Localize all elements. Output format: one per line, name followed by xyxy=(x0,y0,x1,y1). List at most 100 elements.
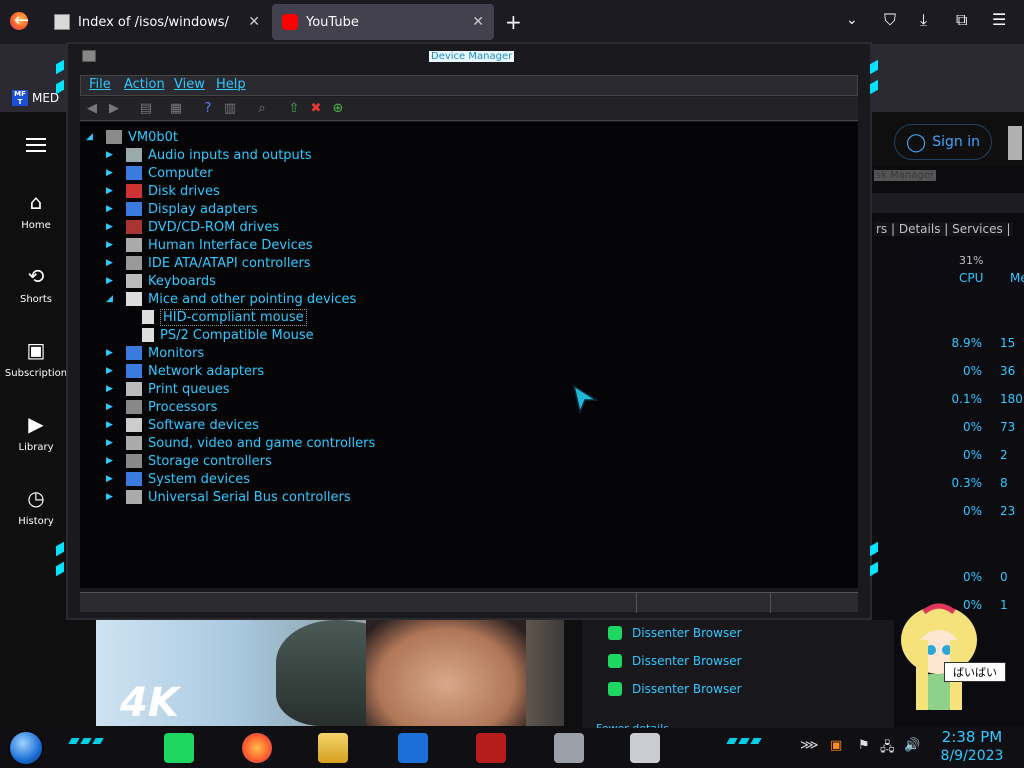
network-icon[interactable]: 🖧 xyxy=(880,738,895,760)
show-hidden-icons-icon[interactable]: ⋙ xyxy=(800,738,819,753)
expand-arrow-icon[interactable]: ▶ xyxy=(106,204,120,214)
collapse-arrow-icon[interactable]: ◢ xyxy=(86,132,100,142)
forward-arrow-icon[interactable]: ▶ xyxy=(106,101,122,117)
expand-arrow-icon[interactable]: ▶ xyxy=(106,186,120,196)
menu-action[interactable]: Action xyxy=(124,77,165,92)
expand-arrow-icon[interactable]: ▶ xyxy=(106,456,120,466)
menu-help[interactable]: Help xyxy=(216,77,246,92)
expand-arrow-icon[interactable]: ▶ xyxy=(106,384,120,394)
tree-node[interactable]: ▶ Print queues xyxy=(106,380,230,398)
tree-root[interactable]: ◢ VM0b0t xyxy=(86,128,178,146)
tree-node[interactable]: ▶ Display adapters xyxy=(106,200,258,218)
computer-icon xyxy=(106,130,122,144)
tree-node-label: DVD/CD-ROM drives xyxy=(148,219,280,235)
collapse-arrow-icon[interactable]: ◢ xyxy=(106,294,120,304)
hid-icon xyxy=(126,238,142,252)
dissenter-icon[interactable] xyxy=(164,733,194,763)
downloads-icon[interactable]: ⤓ xyxy=(920,10,927,30)
volume-icon[interactable]: 🔊 xyxy=(904,738,920,753)
cpu-column-header[interactable]: CPU xyxy=(959,271,983,285)
show-action-pane-icon[interactable]: ▥ xyxy=(222,101,238,117)
tree-node[interactable]: ▶ System devices xyxy=(106,470,250,488)
tree-node-label: Audio inputs and outputs xyxy=(148,147,312,163)
expand-arrow-icon[interactable]: ▶ xyxy=(106,402,120,412)
clock-time[interactable]: 2:38 PM xyxy=(940,728,1004,746)
task-manager-icon[interactable] xyxy=(554,733,584,763)
tree-node[interactable]: ◢ Mice and other pointing devices xyxy=(106,290,356,308)
expand-arrow-icon[interactable]: ▶ xyxy=(106,492,120,502)
list-all-tabs-icon[interactable]: ⌄ xyxy=(846,12,858,28)
properties-icon[interactable]: ▦ xyxy=(168,101,184,117)
pocket-icon[interactable]: ⛉ xyxy=(884,10,896,30)
expand-arrow-icon[interactable]: ▶ xyxy=(106,150,120,160)
menu-file[interactable]: File xyxy=(89,77,111,92)
app-menu-icon[interactable]: ☰ xyxy=(992,10,1006,29)
tree-node[interactable]: ▶ Monitors xyxy=(106,344,204,362)
extensions-icon[interactable]: ⧉ xyxy=(956,10,967,30)
menu-view[interactable]: View xyxy=(174,77,205,92)
list-item[interactable]: Dissenter Browser xyxy=(608,682,742,696)
device-manager-window-icon[interactable] xyxy=(82,50,96,62)
task-manager-menubar xyxy=(870,193,1024,213)
help-icon[interactable]: ? xyxy=(200,101,216,117)
memory-column-header[interactable]: Me xyxy=(1010,271,1024,285)
cpu-total-percent: 31% xyxy=(959,254,984,267)
scan-hardware-icon[interactable]: ⌕ xyxy=(254,101,270,117)
flash-icon[interactable] xyxy=(476,733,506,763)
expand-arrow-icon[interactable]: ▶ xyxy=(106,474,120,484)
expand-arrow-icon[interactable]: ▶ xyxy=(106,258,120,268)
tree-node[interactable]: ▶ Disk drives xyxy=(106,182,220,200)
tree-node[interactable]: ▶ Audio inputs and outputs xyxy=(106,146,312,164)
list-item[interactable]: Dissenter Browser xyxy=(608,654,742,668)
scrollbar-thumb[interactable] xyxy=(1008,126,1022,160)
expand-arrow-icon[interactable]: ▶ xyxy=(106,168,120,178)
start-button[interactable] xyxy=(8,730,44,766)
tab-isos-index[interactable]: Index of /isos/windows/ ✕ xyxy=(44,4,270,40)
tree-node[interactable]: ▶ Software devices xyxy=(106,416,259,434)
tree-node[interactable]: ▶ Human Interface Devices xyxy=(106,236,313,254)
expand-arrow-icon[interactable]: ▶ xyxy=(106,240,120,250)
speaker-icon xyxy=(126,148,142,162)
tree-child-node[interactable]: PS/2 Compatible Mouse xyxy=(142,326,314,344)
video-thumbnail[interactable]: 4K xyxy=(96,620,564,726)
tree-node[interactable]: ▶ DVD/CD-ROM drives xyxy=(106,218,279,236)
task-manager-tabs[interactable]: rs | Details | Services | xyxy=(874,222,1013,236)
hamburger-menu-icon[interactable] xyxy=(26,134,46,156)
expand-arrow-icon[interactable]: ▶ xyxy=(106,438,120,448)
action-center-flag-icon[interactable]: ⚑ xyxy=(858,738,870,753)
list-item[interactable]: Dissenter Browser xyxy=(608,626,742,640)
clock-date[interactable]: 8/9/2023 xyxy=(938,748,1006,764)
tree-node[interactable]: ▶ Storage controllers xyxy=(106,452,272,470)
tree-node[interactable]: ▶ Sound, video and game controllers xyxy=(106,434,375,452)
sign-in-button[interactable]: ◯ Sign in xyxy=(894,124,992,160)
expand-arrow-icon[interactable]: ▶ xyxy=(106,348,120,358)
close-tab-icon[interactable]: ✕ xyxy=(248,14,260,30)
device-manager-icon[interactable] xyxy=(630,733,660,763)
expand-arrow-icon[interactable]: ▶ xyxy=(106,420,120,430)
tree-child-node[interactable]: HID-compliant mouse xyxy=(142,308,307,326)
window-title: Device Manager xyxy=(429,51,515,62)
tab-youtube[interactable]: YouTube ✕ xyxy=(272,4,494,40)
back-arrow-icon[interactable]: ◀ xyxy=(84,101,100,117)
expand-arrow-icon[interactable]: ▶ xyxy=(106,366,120,376)
remote-icon[interactable] xyxy=(398,733,428,763)
tray-app-icon[interactable]: ▣ xyxy=(830,738,842,753)
expand-arrow-icon[interactable]: ▶ xyxy=(106,276,120,286)
back-button[interactable]: ← xyxy=(14,10,29,31)
tree-node[interactable]: ▶ Network adapters xyxy=(106,362,264,380)
cpu-value: 0% xyxy=(962,570,982,584)
close-tab-icon[interactable]: ✕ xyxy=(472,14,484,30)
tree-node[interactable]: ▶ Keyboards xyxy=(106,272,216,290)
add-legacy-hardware-icon[interactable]: ⊕ xyxy=(330,101,346,117)
firefox-icon[interactable] xyxy=(242,733,272,763)
new-tab-button[interactable]: + xyxy=(505,10,522,34)
expand-arrow-icon[interactable]: ▶ xyxy=(106,222,120,232)
explorer-icon[interactable] xyxy=(318,733,348,763)
tree-node[interactable]: ▶ Universal Serial Bus controllers xyxy=(106,488,351,506)
tree-node[interactable]: ▶ IDE ATA/ATAPI controllers xyxy=(106,254,311,272)
tree-node[interactable]: ▶ Computer xyxy=(106,164,213,182)
update-driver-icon[interactable]: ⇧ xyxy=(286,101,302,117)
uninstall-device-icon[interactable]: ✖ xyxy=(308,101,324,117)
tree-node[interactable]: ▶ Processors xyxy=(106,398,217,416)
show-hide-console-tree-icon[interactable]: ▤ xyxy=(138,101,154,117)
